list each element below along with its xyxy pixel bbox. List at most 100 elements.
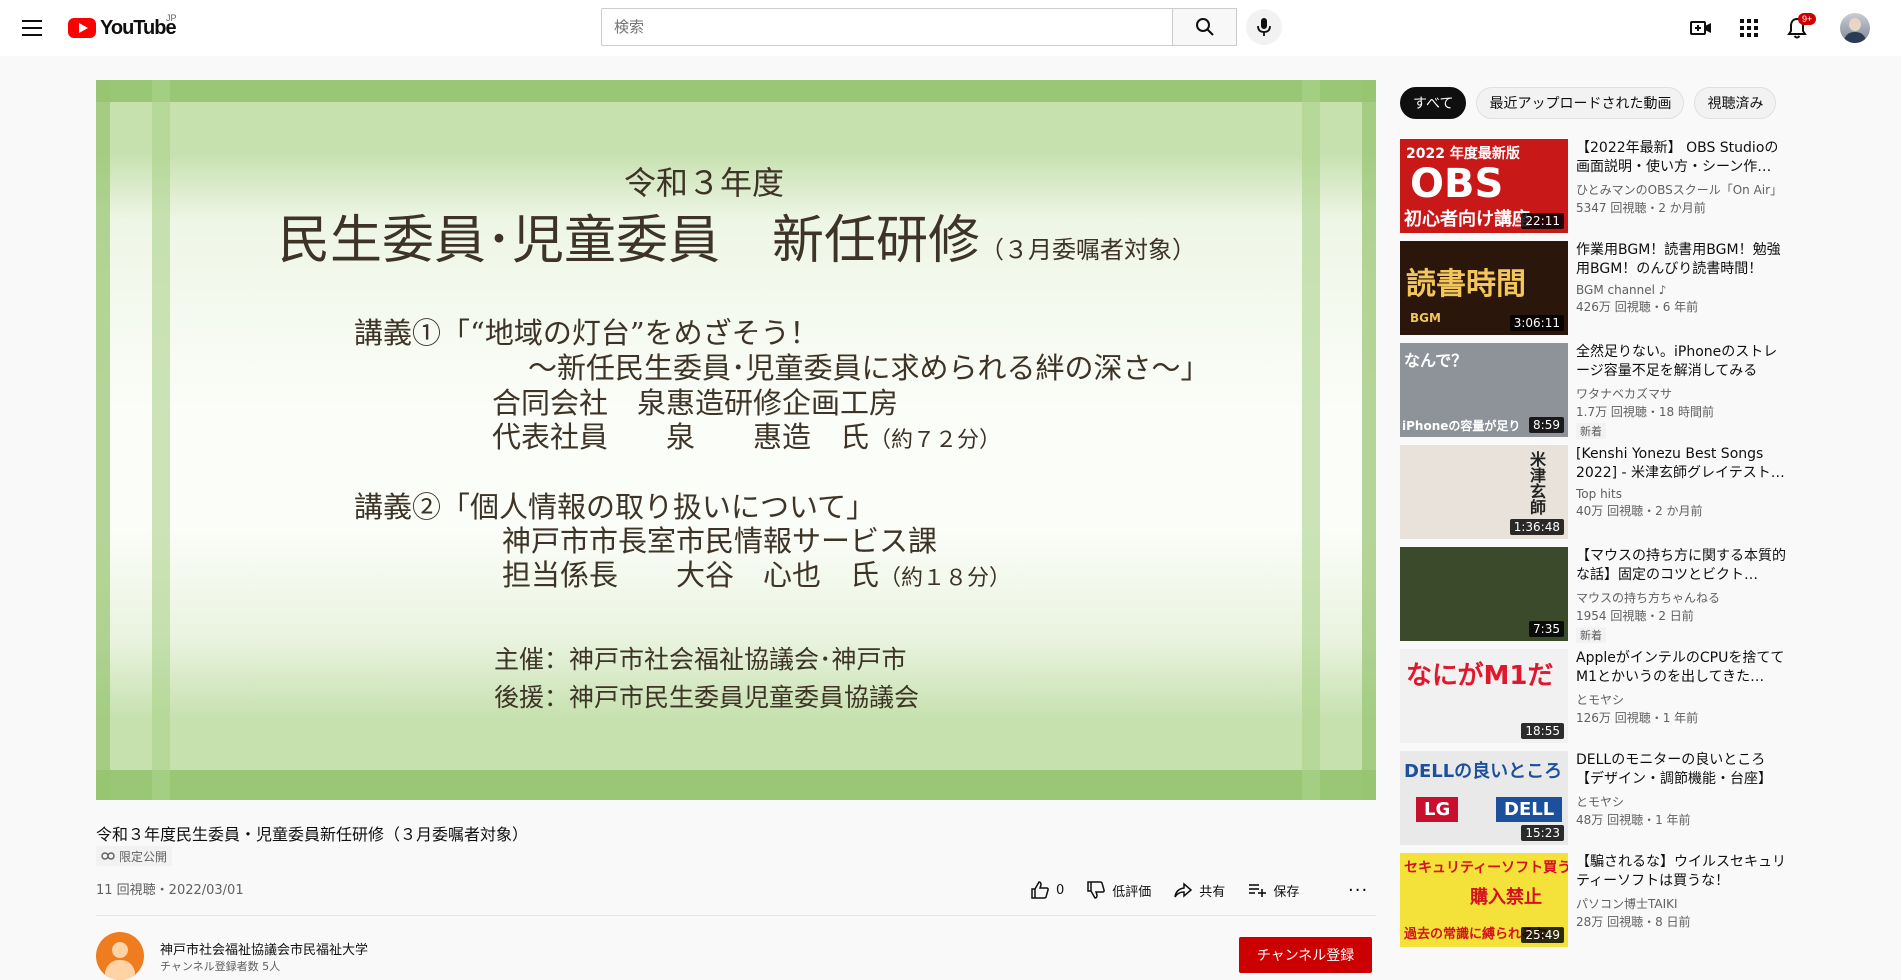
dislike-button[interactable]: 低評価 (1086, 880, 1151, 900)
recommendation-title[interactable]: 【2022年最新】 OBS Studioの画面説明・使い方・シーン作… (1576, 139, 1786, 177)
slide-lecture1-speaker: 代表社員 泉 惠造 氏（約７２分） (492, 414, 1001, 456)
thumbnail-text-tertiary: 初心者向け講座 (1404, 209, 1530, 230)
slide-lecture1-speaker-name: 代表社員 泉 惠造 氏 (492, 420, 870, 454)
video-thumbnail[interactable]: 2022 年度最新版 OBS 初心者向け講座 22:11 (1400, 139, 1568, 233)
slide-host: 主催：神戸市社会福祉協議会･神戸市 (494, 645, 907, 674)
thumbnail-text: DELLの良いところ (1404, 761, 1563, 782)
chip-recently-uploaded[interactable]: 最近アップロードされた動画 (1476, 87, 1685, 119)
recommendation-channel[interactable]: パソコン博士TAIKI (1576, 895, 1786, 912)
recommendation-item[interactable]: 2022 年度最新版 OBS 初心者向け講座 22:11 【2022年最新】 OBS S… (1400, 139, 1860, 233)
recommendation-stats: 28万 回視聴・8 日前 (1576, 915, 1691, 929)
chip-watched[interactable]: 視聴済み (1694, 87, 1777, 119)
video-slide-content: 令和３年度 民生委員･児童委員 新任研修（３月委嘱者対象） 講義①「“地域の灯台… (96, 80, 1376, 800)
recommendation-title[interactable]: [Kenshi Yonezu Best Songs 2022] - 米津玄師グレ… (1576, 445, 1786, 483)
privacy-badge: 限定公開 (96, 846, 173, 866)
slide-lecture1-duration: （約７２分） (869, 428, 1002, 453)
video-thumbnail[interactable]: 7:35 (1400, 547, 1568, 641)
recommendation-item[interactable]: なんで？ iPhoneの容量が足り 8:59 全然足りない。iPhoneのストレージ容… (1400, 343, 1860, 439)
create-video-button[interactable] (1688, 15, 1714, 41)
recommendation-title[interactable]: 全然足りない。iPhoneのストレージ容量不足を解消してみる (1576, 343, 1786, 381)
recommendation-title[interactable]: 【マウスの持ち方に関する本質的な話】固定のコツとビクト… (1576, 547, 1786, 585)
youtube-play-logo-icon (68, 18, 96, 38)
channel-subscriber-count: チャンネル登録者数 5人 (160, 960, 281, 973)
share-label: 共有 (1199, 884, 1226, 900)
recommendation-stats: 48万 回視聴・1 年前 (1576, 813, 1691, 827)
recommendation-title[interactable]: 【騙されるな】ウイルスセキュリティーソフトは買うな！ (1576, 853, 1786, 891)
dislike-label: 低評価 (1112, 884, 1152, 900)
recommendation-item[interactable]: 7:35 【マウスの持ち方に関する本質的な話】固定のコツとビクト… マウスの持ち方ち… (1400, 547, 1860, 643)
recommendation-title[interactable]: DELLのモニターの良いところ【デザイン・調節機能・台座】 (1576, 751, 1786, 789)
search-input[interactable] (602, 9, 1172, 45)
recommendation-info: [Kenshi Yonezu Best Songs 2022] - 米津玄師グレ… (1576, 445, 1786, 519)
video-duration: 1:36:48 (1509, 519, 1564, 535)
video-title: 令和３年度民生委員・児童委員新任研修（３月委嘱者対象） (96, 825, 529, 844)
hamburger-menu-icon[interactable] (18, 14, 46, 42)
recommendation-info: AppleがインテルのCPUを捨ててM1とかいうのを出してきた… とモヤシ 126万… (1576, 649, 1786, 726)
thumbnail-text-secondary: 購入禁止 (1470, 887, 1542, 908)
voice-search-button[interactable] (1246, 9, 1282, 45)
slide-lecture2-duration: （約１８分） (879, 566, 1012, 591)
video-thumbnail[interactable]: 読書時間 BGM 3:06:11 (1400, 241, 1568, 335)
video-thumbnail[interactable]: なにがM1だ 18:55 (1400, 649, 1568, 743)
recommendation-channel[interactable]: マウスの持ち方ちゃんねる (1576, 589, 1786, 606)
video-thumbnail[interactable]: DELLの良いところ LG DELL 15:23 (1400, 751, 1568, 845)
more-horizontal-icon: ··· (1348, 880, 1369, 901)
video-duration: 22:11 (1521, 213, 1564, 229)
recommendation-item[interactable]: なにがM1だ 18:55 AppleがインテルのCPUを捨ててM1とかいうのを出して… (1400, 649, 1860, 743)
apps-button[interactable] (1736, 15, 1762, 41)
search-button[interactable] (1173, 8, 1237, 46)
chip-all[interactable]: すべて (1400, 87, 1467, 119)
video-actions: 0 低評価 共有 保存 (1030, 877, 1299, 903)
subscribe-button[interactable]: チャンネル登録 (1239, 937, 1372, 973)
thumbnail-text: なんで？ (1404, 351, 1468, 370)
recommendation-item[interactable]: 読書時間 BGM 3:06:11 作業用BGM！読書用BGM！勉強用BGM！のんびり読… (1400, 241, 1860, 335)
playlist-add-icon (1249, 884, 1267, 897)
slide-lecture2-speaker: 担当係長 大谷 心也 氏（約１８分） (502, 552, 1011, 594)
like-button[interactable]: 0 (1030, 880, 1064, 900)
recommendation-title[interactable]: 作業用BGM！読書用BGM！勉強用BGM！のんびり読書時間！ (1576, 241, 1786, 279)
filter-chips: すべて 最近アップロードされた動画 視聴済み (1400, 87, 1777, 119)
recommendation-stats: 5347 回視聴・2 か月前 (1576, 201, 1706, 215)
recommendation-stats: 40万 回視聴・2 か月前 (1576, 504, 1703, 518)
thumbnail-text-tertiary: DELL (1496, 797, 1563, 822)
thumbnail-text: なにがM1だ (1406, 661, 1554, 691)
channel-name[interactable]: 神戸市社会福祉協議会市民福祉大学 (160, 939, 368, 958)
thumbnail-text-secondary: BGM (1410, 311, 1441, 325)
more-actions-button[interactable]: ··· (1348, 880, 1368, 901)
save-button[interactable]: 保存 (1247, 880, 1299, 900)
thumbnail-text: セキュリティーソフト買うな！ (1404, 860, 1568, 876)
video-duration: 15:23 (1521, 825, 1564, 841)
recommendation-channel[interactable]: ワタナベカズマサ (1576, 385, 1786, 402)
recommendation-info: 作業用BGM！読書用BGM！勉強用BGM！のんびり読書時間！ BGM channe… (1576, 241, 1786, 315)
search-icon (1195, 18, 1214, 36)
slide-title: 民生委員･児童委員 新任研修（３月委嘱者対象） (278, 198, 1196, 273)
recommendation-item[interactable]: DELLの良いところ LG DELL 15:23 DELLのモニターの良いところ【デザイ… (1400, 751, 1860, 845)
recommendation-channel[interactable]: BGM channel ♪ (1576, 283, 1786, 297)
recommendation-info: 【2022年最新】 OBS Studioの画面説明・使い方・シーン作… ひとみマン… (1576, 139, 1786, 216)
video-thumbnail[interactable]: 米津玄師 1:36:48 (1400, 445, 1568, 539)
recommendation-channel[interactable]: Top hits (1576, 487, 1786, 501)
recommendation-channel[interactable]: とモヤシ (1576, 691, 1786, 708)
recommendation-channel[interactable]: ひとみマンのOBSスクール「On Air」 (1576, 181, 1786, 198)
like-count: 0 (1056, 882, 1065, 898)
video-player[interactable]: 令和３年度 民生委員･児童委員 新任研修（３月委嘱者対象） 講義①「“地域の灯台… (96, 80, 1376, 800)
logo-region: JP (166, 13, 177, 23)
youtube-logo[interactable]: YouTube (68, 15, 177, 41)
account-avatar[interactable] (1840, 13, 1870, 43)
recommendation-channel[interactable]: とモヤシ (1576, 793, 1786, 810)
channel-avatar[interactable] (96, 932, 144, 980)
share-button[interactable]: 共有 (1173, 880, 1225, 900)
recommendation-item[interactable]: セキュリティーソフト買うな！購入禁止過去の常識に縛られるな25:49【騙されるな… (1400, 853, 1860, 947)
microphone-icon (1257, 18, 1271, 36)
logo-text: YouTube (100, 16, 177, 39)
video-thumbnail[interactable]: セキュリティーソフト買うな！購入禁止過去の常識に縛られるな25:49 (1400, 853, 1568, 947)
video-duration: 18:55 (1521, 723, 1564, 739)
recommendation-info: 全然足りない。iPhoneのストレージ容量不足を解消してみる ワタナベカズマサ 1.… (1576, 343, 1786, 439)
video-thumbnail[interactable]: なんで？ iPhoneの容量が足り 8:59 (1400, 343, 1568, 437)
recommendation-stats: 1954 回視聴・2 日前 (1576, 609, 1694, 623)
recommendation-title[interactable]: AppleがインテルのCPUを捨ててM1とかいうのを出してきた… (1576, 649, 1786, 687)
recommendation-stats: 126万 回視聴・1 年前 (1576, 711, 1699, 725)
top-bar: YouTube JP 9+ (0, 0, 1901, 56)
thumbs-up-icon (1031, 881, 1049, 899)
recommendation-item[interactable]: 米津玄師 1:36:48 [Kenshi Yonezu Best Songs 202… (1400, 445, 1860, 539)
